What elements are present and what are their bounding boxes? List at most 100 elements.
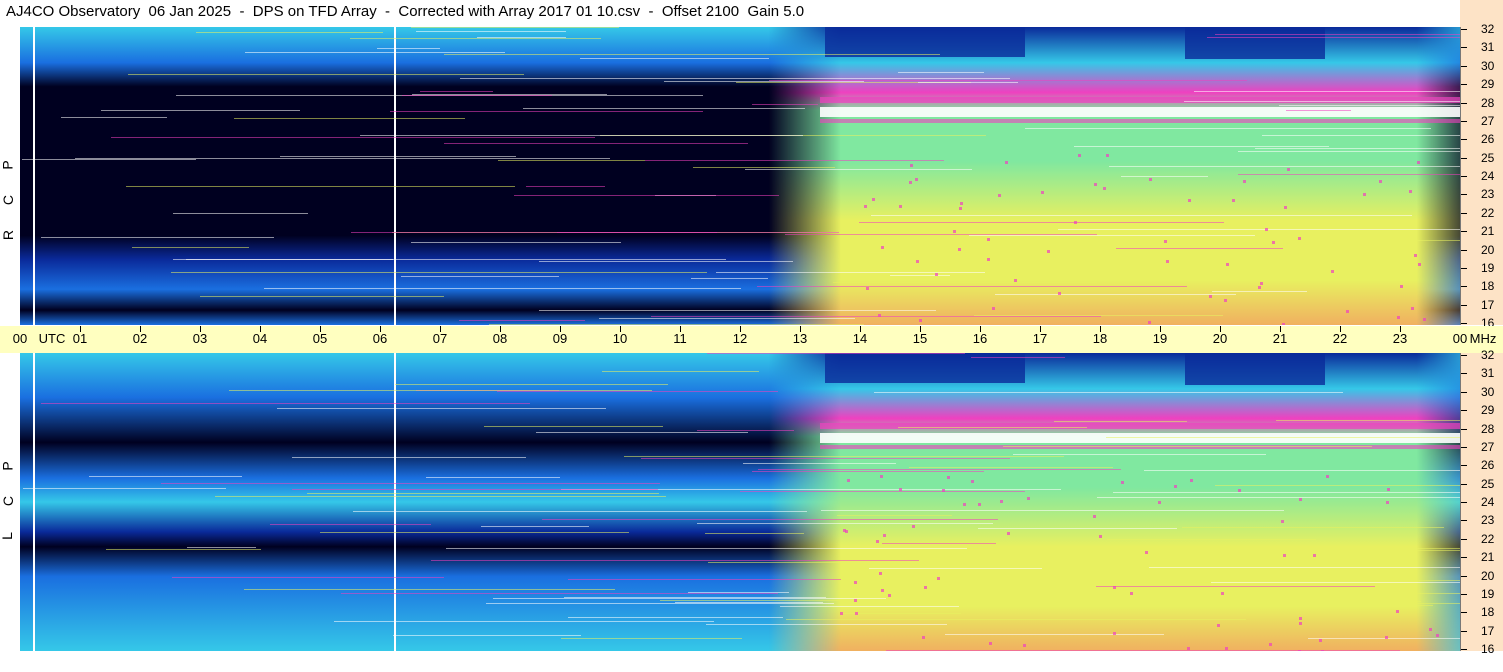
- utc-tick-label: 21: [1272, 331, 1288, 346]
- lcp-spectrogram: [20, 353, 1460, 651]
- utc-tick-mark: [440, 326, 441, 332]
- mhz-tick-label: 26: [1481, 458, 1495, 473]
- utc-tick-label: 22: [1332, 331, 1348, 346]
- mhz-tick-label: 29: [1481, 403, 1495, 418]
- utc-tick-mark: [1280, 326, 1281, 332]
- utc-tick-mark: [500, 326, 501, 332]
- mhz-tick-mark: [1461, 465, 1467, 467]
- rcp-label-strip: P C R: [0, 27, 20, 325]
- utc-tick-mark: [80, 326, 81, 332]
- mhz-tick-mark: [1461, 428, 1467, 430]
- utc-tick-mark: [380, 326, 381, 332]
- mhz-tick-mark: [1461, 323, 1467, 324]
- mhz-tick-mark: [1461, 176, 1467, 177]
- mhz-tick-mark: [1461, 29, 1467, 30]
- rcp-letter-r: R: [0, 229, 17, 241]
- utc-tick-label: 19: [1152, 331, 1168, 346]
- rcp-letter-p: P: [0, 160, 16, 170]
- mhz-tick-mark: [1461, 575, 1467, 577]
- utc-tick-label: 10: [612, 331, 628, 346]
- mhz-tick-mark: [1461, 593, 1467, 595]
- mhz-tick-label: 25: [1481, 150, 1495, 165]
- utc-tick-mark: [860, 326, 861, 332]
- mhz-tick-mark: [1461, 410, 1467, 412]
- utc-tick-mark: [140, 326, 141, 332]
- mhz-tick-label: 27: [1481, 439, 1495, 454]
- utc-tick-label: 23: [1392, 331, 1408, 346]
- mhz-tick-mark: [1461, 304, 1467, 306]
- mhz-tick-label: 28: [1481, 95, 1495, 110]
- mhz-tick-label: 16: [1481, 642, 1495, 656]
- mhz-tick-label: 24: [1481, 169, 1495, 183]
- lcp-letter-p: P: [0, 461, 16, 471]
- mhz-tick-label: 17: [1481, 297, 1495, 312]
- mhz-tick-label: 26: [1481, 132, 1495, 147]
- utc-last-label: 00: [1452, 331, 1468, 346]
- mhz-tick-label: 30: [1481, 384, 1495, 399]
- mhz-tick-mark: [1461, 139, 1467, 141]
- mhz-tick-label: 19: [1481, 586, 1495, 601]
- mhz-tick-mark: [1461, 483, 1467, 485]
- utc-tick-mark: [920, 326, 921, 332]
- utc-tick-label: 18: [1092, 331, 1108, 346]
- rcp-spectrogram-svg: [20, 27, 1460, 325]
- utc-tick-label: 04: [252, 331, 268, 346]
- utc-tick-label: 03: [192, 331, 208, 346]
- mhz-tick-mark: [1461, 286, 1467, 288]
- mhz-tick-mark: [1461, 446, 1467, 448]
- utc-first-label: 00: [12, 331, 28, 346]
- lcp-letter-c: C: [0, 495, 17, 507]
- utc-tick-label: 13: [792, 331, 808, 346]
- utc-tick-label: 15: [912, 331, 928, 346]
- utc-unit-label: UTC: [38, 331, 66, 346]
- mhz-tick-label: 23: [1481, 513, 1495, 528]
- utc-tick-mark: [1220, 326, 1221, 332]
- mhz-tick-mark: [1461, 355, 1467, 356]
- utc-tick-mark: [260, 326, 261, 332]
- mhz-tick-label: 24: [1481, 495, 1495, 509]
- mhz-tick-label: 28: [1481, 421, 1495, 436]
- mhz-tick-label: 25: [1481, 476, 1495, 491]
- lcp-frequency-axis: 32 31 30 29 28 27 26 25 24 23 22 21 20 19 18 17 16: [1460, 348, 1503, 656]
- utc-tick-mark: [560, 326, 561, 332]
- mhz-unit-label: MHz: [1469, 331, 1497, 346]
- utc-tick-label: 12: [732, 331, 748, 346]
- utc-tick-mark: [680, 326, 681, 332]
- utc-tick-label: 08: [492, 331, 508, 346]
- utc-tick-mark: [320, 326, 321, 332]
- mhz-tick-mark: [1461, 649, 1467, 650]
- mhz-tick-mark: [1461, 538, 1467, 540]
- utc-tick-label: 14: [852, 331, 868, 346]
- mhz-tick-mark: [1461, 520, 1467, 522]
- utc-time-axis: 00 UTC 00 MHz 01 02 03 04 05 06 07 08 09 10 11 12 13…: [0, 326, 1503, 353]
- mhz-tick-mark: [1461, 267, 1467, 269]
- mhz-tick-label: 22: [1481, 205, 1495, 220]
- mhz-tick-mark: [1461, 47, 1467, 49]
- utc-tick-mark: [1040, 326, 1041, 332]
- utc-tick-mark: [1400, 326, 1401, 332]
- lcp-spectrogram-svg: [20, 353, 1460, 651]
- utc-tick-label: 07: [432, 331, 448, 346]
- rcp-spectrogram: [20, 27, 1460, 325]
- rcp-letter-c: C: [0, 194, 17, 206]
- utc-tick-mark: [1100, 326, 1101, 332]
- mhz-tick-mark: [1461, 391, 1467, 393]
- mhz-tick-label: 20: [1481, 242, 1495, 257]
- mhz-tick-mark: [1461, 612, 1467, 614]
- mhz-tick-mark: [1461, 231, 1467, 233]
- utc-tick-label: 01: [72, 331, 88, 346]
- utc-tick-label: 06: [372, 331, 388, 346]
- mhz-tick-label: 18: [1481, 279, 1495, 294]
- mhz-tick-label: 31: [1481, 366, 1495, 381]
- utc-tick-mark: [740, 326, 741, 332]
- mhz-tick-mark: [1461, 502, 1467, 503]
- mhz-tick-label: 21: [1481, 550, 1495, 565]
- mhz-tick-label: 21: [1481, 224, 1495, 239]
- lcp-letter-l: L: [0, 532, 15, 540]
- utc-tick-label: 20: [1212, 331, 1228, 346]
- mhz-tick-label: 17: [1481, 623, 1495, 638]
- utc-tick-mark: [1160, 326, 1161, 332]
- lcp-label-strip: P C L: [0, 353, 20, 651]
- mhz-tick-mark: [1461, 120, 1467, 122]
- mhz-tick-mark: [1461, 249, 1467, 251]
